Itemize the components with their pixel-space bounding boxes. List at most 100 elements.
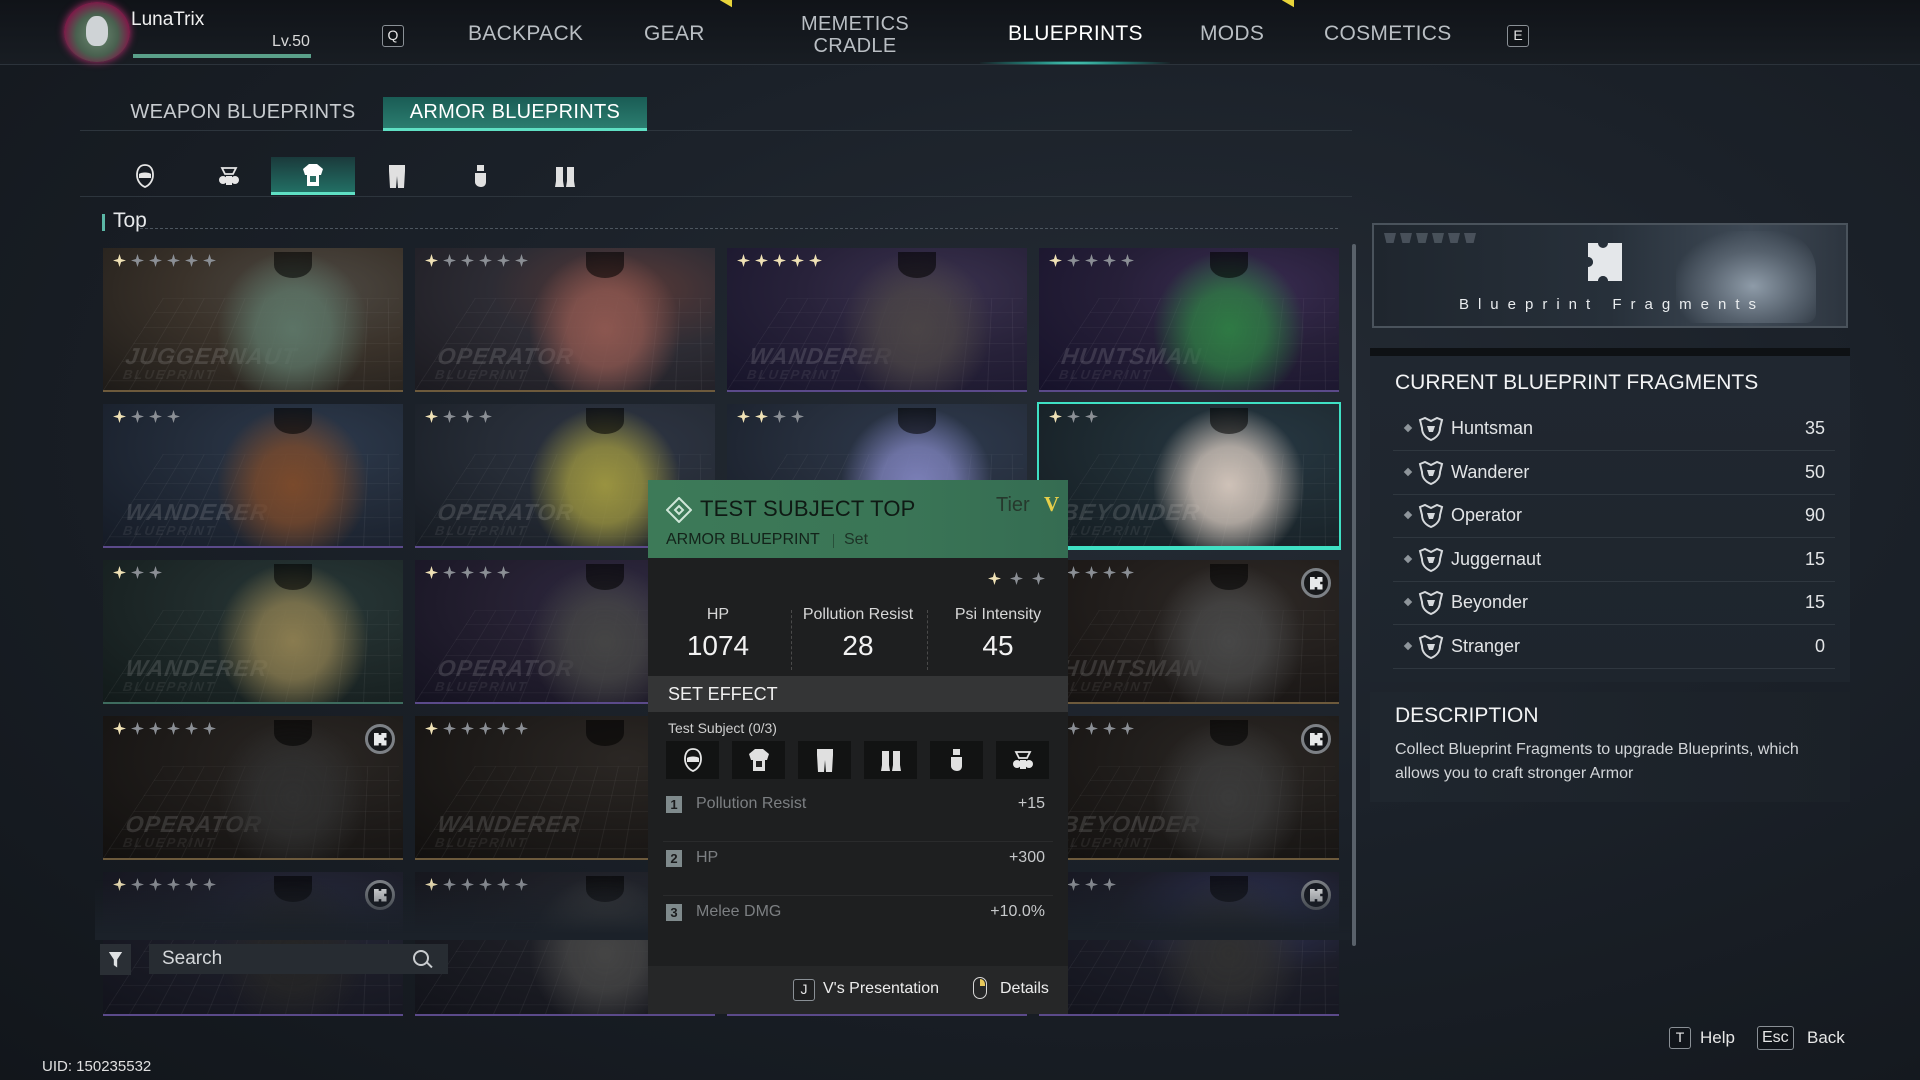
help-button[interactable]: Help — [1700, 1028, 1735, 1048]
nav-tab-mods[interactable]: MODS — [1200, 22, 1264, 46]
star-rating — [425, 566, 510, 579]
help-key-hint[interactable]: T — [1669, 1027, 1691, 1049]
star-icon — [1067, 254, 1080, 267]
slot-tab-gloves[interactable] — [439, 157, 523, 195]
back-button[interactable]: Back — [1807, 1028, 1845, 1048]
blueprint-card[interactable]: JUGGERNAUT BLUEPRINT — [103, 248, 403, 392]
next-tab-key-hint[interactable]: E — [1507, 25, 1529, 47]
blueprint-card[interactable]: OPERATOR BLUEPRINT — [103, 716, 403, 860]
set-name: Test Subject (0/3) — [668, 720, 777, 736]
fragment-name: Huntsman — [1451, 418, 1534, 438]
blueprint-card[interactable]: WANDERERBLUEPRINT — [727, 248, 1027, 392]
stat-label: Pollution Resist — [802, 606, 914, 623]
star-icon — [737, 410, 750, 423]
slot-tab-helmet[interactable] — [103, 157, 187, 195]
blueprint-tooltip: TEST SUBJECT TOP Tier V ARMOR BLUEPRINT … — [648, 480, 1068, 1014]
star-icon — [479, 254, 492, 267]
banner-title: Blueprint Fragments — [1458, 296, 1766, 313]
slot-tab-gas-mask[interactable] — [187, 157, 271, 195]
pants-icon — [389, 165, 405, 188]
faction-wanderer-icon — [1418, 460, 1444, 485]
blueprint-card[interactable]: WANDERERBLUEPRINT — [103, 560, 403, 704]
star-icon — [1085, 566, 1098, 579]
effect-number: 1 — [666, 796, 682, 813]
star-icon — [131, 410, 144, 423]
star-icon — [149, 410, 162, 423]
star-icon — [167, 254, 180, 267]
star-rating — [737, 410, 804, 423]
nav-tab-blueprints[interactable]: BLUEPRINTS — [1008, 22, 1143, 46]
search-input[interactable]: Search — [149, 944, 448, 974]
set-tag: Set — [844, 531, 869, 548]
set-effect-row: 2 HP +300 — [663, 842, 1053, 896]
effect-amount: +300 — [1008, 849, 1045, 866]
tab-weapon-blueprints[interactable]: WEAPON BLUEPRINTS — [108, 97, 378, 131]
armor-preview-image — [218, 408, 368, 546]
star-icon — [425, 254, 438, 267]
helmet-icon — [683, 748, 702, 772]
armor-preview-image — [218, 252, 368, 390]
nav-tab-memetics-cradle[interactable]: MEMETICS CRADLE — [790, 13, 920, 57]
star-icon — [1085, 410, 1098, 423]
set-piece-top — [732, 741, 785, 779]
back-key-hint[interactable]: Esc — [1757, 1026, 1794, 1050]
star-icon — [113, 410, 126, 423]
slot-tab-boots[interactable] — [523, 157, 607, 195]
star-icon — [113, 254, 126, 267]
grid-scrollbar[interactable] — [1352, 244, 1356, 946]
effect-name: HP — [696, 849, 719, 866]
set-piece-gas-mask — [996, 741, 1049, 779]
top-armor-icon — [748, 749, 769, 771]
star-icon — [1067, 566, 1080, 579]
filter-icon — [108, 951, 123, 968]
blueprint-card[interactable]: BEYONDER BLUEPRINT — [1039, 716, 1339, 860]
bullet-icon — [1403, 423, 1413, 433]
blueprint-card[interactable]: HUNTSMAN BLUEPRINT — [1039, 560, 1339, 704]
star-rating — [113, 410, 180, 423]
puzzle-piece-icon — [1586, 241, 1622, 281]
armor-preview-image — [1154, 564, 1304, 702]
nav-tab-cosmetics[interactable]: COSMETICS — [1324, 22, 1452, 46]
gas-mask-icon — [219, 167, 239, 185]
section-marker — [102, 214, 105, 231]
star-icon — [425, 566, 438, 579]
search-icon[interactable] — [413, 950, 429, 966]
faction-icons — [1384, 233, 1476, 243]
star-icon — [185, 254, 198, 267]
star-icon — [497, 722, 510, 735]
blueprint-card[interactable]: BEYONDER BLUEPRINT — [1037, 402, 1341, 550]
fragments-title: CURRENT BLUEPRINT FRAGMENTS — [1395, 371, 1759, 394]
star-icon — [497, 254, 510, 267]
fragment-row: Stranger 0 — [1393, 626, 1835, 669]
tab-armor-blueprints[interactable]: ARMOR BLUEPRINTS — [383, 97, 647, 131]
blueprint-card[interactable]: HUNTSMAN BLUEPRINT — [1039, 248, 1339, 392]
slot-tab-pants[interactable] — [355, 157, 439, 195]
slot-tab-top[interactable] — [271, 157, 355, 195]
set-effect-title: SET EFFECT — [668, 684, 778, 704]
nav-tab-gear[interactable]: GEAR — [644, 22, 705, 46]
bullet-icon — [1403, 467, 1413, 476]
blueprint-fragments-banner: Blueprint Fragments — [1372, 223, 1848, 328]
user-id: UID: 150235532 — [42, 1058, 152, 1075]
avatar[interactable] — [64, 2, 130, 62]
section-title: Top — [113, 209, 147, 232]
star-icon — [988, 572, 1001, 585]
blueprint-name: TEST SUBJECT TOP — [700, 496, 916, 521]
star-rating — [425, 722, 528, 735]
blueprint-card[interactable]: WANDERERBLUEPRINT — [103, 404, 403, 548]
info-tab-strip — [1370, 348, 1850, 356]
filter-button[interactable] — [100, 944, 131, 975]
nav-tab-backpack[interactable]: BACKPACK — [468, 22, 583, 46]
star-icon — [443, 722, 456, 735]
armor-preview-image — [1154, 720, 1304, 858]
star-icon — [479, 566, 492, 579]
presentation-button[interactable]: V's Presentation — [823, 980, 939, 998]
star-icon — [131, 566, 144, 579]
prev-tab-key-hint[interactable]: Q — [382, 25, 404, 47]
presentation-key-hint[interactable]: J — [793, 979, 815, 1001]
details-button[interactable]: Details — [1000, 980, 1049, 998]
star-icon — [461, 722, 474, 735]
blueprint-card[interactable]: OPERATOR BLUEPRINT — [415, 248, 715, 392]
star-icon — [1103, 254, 1116, 267]
faction-operator-icon — [1418, 503, 1444, 529]
